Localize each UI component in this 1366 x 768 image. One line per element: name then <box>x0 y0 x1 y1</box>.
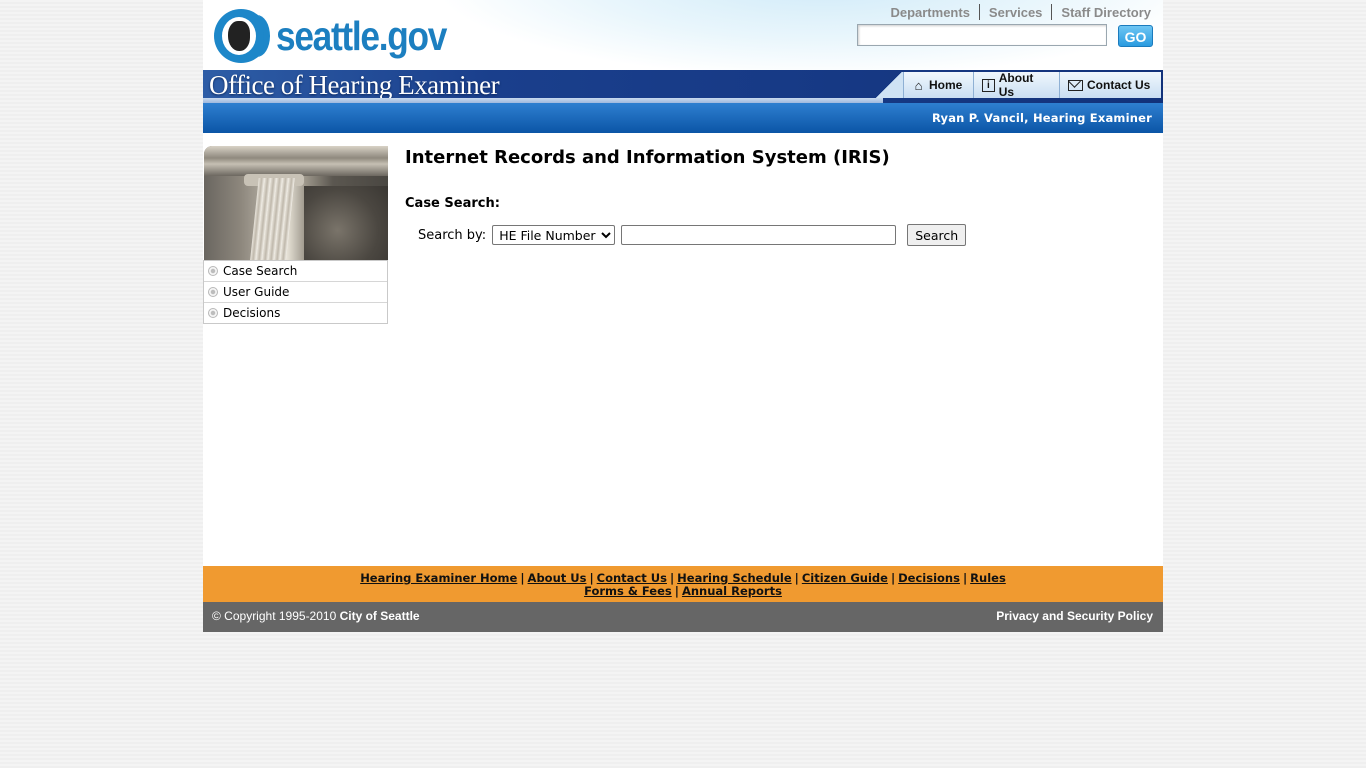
site-header: seattle.gov Departments Services Staff D… <box>203 0 1163 70</box>
city-seal-icon <box>214 9 270 63</box>
banner-nav: ⌂ Home i About Us Contact Us <box>875 71 1161 99</box>
sidebar-item-user-guide[interactable]: User Guide <box>204 281 387 302</box>
footer-link-contact-us[interactable]: Contact Us <box>597 571 667 585</box>
sidebar-item-label: Case Search <box>223 264 298 278</box>
footer-link-annual-reports[interactable]: Annual Reports <box>682 584 782 598</box>
sub-banner: Ryan P. Vancil, Hearing Examiner <box>203 103 1163 133</box>
sidebar-menu: Case Search User Guide Decisions <box>203 260 388 324</box>
nav-home[interactable]: ⌂ Home <box>903 72 973 98</box>
bullet-icon <box>208 287 218 297</box>
sidebar-item-decisions[interactable]: Decisions <box>204 302 387 323</box>
divider <box>1051 4 1053 20</box>
nav-contact-us[interactable]: Contact Us <box>1059 72 1161 98</box>
go-button[interactable]: GO <box>1118 25 1153 47</box>
footer-link-decisions[interactable]: Decisions <box>898 571 960 585</box>
footer-link-citizen-guide[interactable]: Citizen Guide <box>802 571 888 585</box>
sidebar-item-case-search[interactable]: Case Search <box>204 260 387 281</box>
footer-link-forms-fees[interactable]: Forms & Fees <box>584 584 672 598</box>
top-links: Departments Services Staff Directory <box>890 4 1151 20</box>
departments-link[interactable]: Departments <box>890 5 969 20</box>
copyright: © Copyright 1995-2010 City of Seattle <box>212 609 420 623</box>
nav-about-us[interactable]: i About Us <box>973 71 1059 99</box>
nav-home-label: Home <box>929 78 963 92</box>
divider <box>978 4 980 20</box>
search-by-label: Search by: <box>418 227 487 243</box>
search-button[interactable]: Search <box>907 224 967 246</box>
envelope-icon <box>1068 79 1083 91</box>
sidebar-item-label: User Guide <box>223 285 290 299</box>
staff-directory-link[interactable]: Staff Directory <box>1061 5 1151 20</box>
hearing-examiner-name: Ryan P. Vancil, Hearing Examiner <box>931 111 1152 125</box>
department-title: Office of Hearing Examiner <box>209 70 500 100</box>
page-container: seattle.gov Departments Services Staff D… <box>203 0 1163 632</box>
city-of-seattle-link[interactable]: City of Seattle <box>340 609 420 623</box>
footer-link-hearing-examiner-home[interactable]: Hearing Examiner Home <box>360 571 517 585</box>
nav-about-label: About Us <box>998 71 1034 99</box>
nav-contact-label: Contact Us <box>1087 78 1151 92</box>
site-search-input[interactable] <box>857 24 1107 46</box>
building-column-image <box>204 146 388 260</box>
bullet-icon <box>208 266 218 276</box>
footer-link-hearing-schedule[interactable]: Hearing Schedule <box>677 571 791 585</box>
sidebar-item-label: Decisions <box>223 306 281 320</box>
case-search-form: Search by: HE File Number Search <box>418 224 967 246</box>
case-search-heading: Case Search: <box>405 196 500 211</box>
services-link[interactable]: Services <box>989 5 1043 20</box>
privacy-policy-link[interactable]: Privacy and Security Policy <box>996 609 1153 623</box>
footer-links: Hearing Examiner Home | About Us | Contact U… <box>203 566 1163 602</box>
footer-bar: © Copyright 1995-2010 City of Seattle Pr… <box>203 602 1163 632</box>
home-icon: ⌂ <box>914 77 923 93</box>
page-title: Internet Records and Information System … <box>405 147 890 168</box>
search-by-select[interactable]: HE File Number <box>492 225 616 245</box>
seattle-gov-logo[interactable]: seattle.gov <box>214 8 474 64</box>
logo-text: seattle.gov <box>276 12 447 59</box>
footer-link-about-us[interactable]: About Us <box>528 571 587 585</box>
bullet-icon <box>208 308 218 318</box>
footer-link-rules[interactable]: Rules <box>970 571 1006 585</box>
info-icon: i <box>982 78 995 92</box>
case-search-input[interactable] <box>621 225 897 245</box>
